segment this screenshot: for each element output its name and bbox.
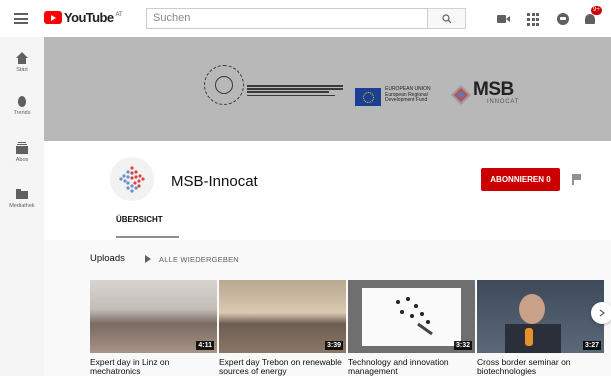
video-title[interactable]: Technology and innovation management: [348, 358, 475, 376]
chevron-right-icon: [599, 309, 605, 317]
menu-icon[interactable]: [14, 13, 28, 24]
video-duration: 3:39: [324, 341, 343, 350]
sidebar-item-mediathek[interactable]: Mediathek: [0, 188, 44, 209]
carousel-next-button[interactable]: [591, 302, 611, 324]
uploads-heading[interactable]: Uploads: [90, 253, 125, 264]
tab-overview[interactable]: ÜBERSICHT: [116, 215, 163, 230]
trending-icon: [18, 96, 26, 107]
logo-text: YouTube: [64, 10, 114, 25]
video-card[interactable]: 4:11 Expert day in Linz on mechatronics: [90, 280, 217, 376]
msb-name: MSB: [473, 79, 514, 100]
search-button[interactable]: [428, 8, 466, 29]
eu-text-line: Development Fund: [385, 97, 428, 103]
sidebar-item-abos[interactable]: Abos: [0, 142, 44, 163]
channel-header: MSB-Innocat ABONNIEREN 0 ÜBERSICHT: [44, 141, 611, 240]
video-duration: 3:27: [582, 341, 601, 350]
speaker-figure: [519, 294, 545, 324]
msb-sub: INNOCAT: [487, 99, 520, 105]
speaker-body: [505, 324, 561, 353]
mini-guide: Start Trends Abos Mediathek: [0, 37, 44, 376]
microphone: [525, 328, 533, 346]
play-all-button[interactable]: ALLE WIEDERGEBEN: [159, 255, 239, 264]
sidebar-item-label: Abos: [15, 157, 29, 163]
flag-icon[interactable]: [572, 174, 581, 185]
eu-fund-text: EUROPEAN UNION European Regional Develop…: [385, 86, 431, 104]
video-thumbnail[interactable]: 3:32: [348, 280, 475, 353]
sidebar-item-label: Trends: [13, 110, 31, 116]
msb-avatar-icon: [119, 166, 145, 193]
channel-avatar[interactable]: [110, 157, 154, 201]
sidebar-item-label: Mediathek: [9, 203, 35, 209]
cooperation-seal-logo: [204, 65, 244, 105]
cooperation-program-text: [247, 85, 343, 99]
search-input[interactable]: Suchen: [146, 8, 428, 29]
video-thumbnail[interactable]: 3:27: [477, 280, 604, 353]
eu-flag-icon: [355, 88, 381, 106]
search-icon: [441, 13, 451, 23]
messages-icon[interactable]: [557, 13, 569, 25]
channel-banner: EUROPEAN UNION European Regional Develop…: [44, 37, 611, 141]
video-title[interactable]: Expert day in Linz on mechatronics: [90, 358, 217, 376]
subscribe-button[interactable]: ABONNIEREN 0: [481, 168, 560, 191]
video-title[interactable]: Cross border seminar on biotechnologies: [477, 358, 604, 376]
masthead: YouTube AT Suchen 9+: [0, 0, 611, 37]
sidebar-item-trends[interactable]: Trends: [0, 96, 44, 116]
create-video-icon[interactable]: [497, 12, 511, 26]
youtube-play-icon: [44, 11, 62, 24]
play-icon: [145, 255, 151, 263]
notification-badge: 9+: [591, 6, 602, 15]
subscriptions-icon: [16, 142, 28, 154]
sidebar-item-start[interactable]: Start: [0, 52, 44, 73]
sidebar-item-label: Start: [16, 67, 28, 73]
msb-wordmark: MSB INNOCAT: [473, 80, 519, 105]
video-card[interactable]: 3:32 Technology and innovation managemen…: [348, 280, 475, 376]
tab-active-indicator: [116, 236, 179, 238]
video-thumbnail[interactable]: 4:11: [90, 280, 217, 353]
library-icon: [16, 188, 28, 200]
molecule-drawing: [396, 297, 433, 336]
video-title[interactable]: Expert day Trebon on renewable sources o…: [219, 358, 346, 376]
video-duration: 4:11: [196, 341, 214, 350]
video-card[interactable]: 3:39 Expert day Trebon on renewable sour…: [219, 280, 346, 376]
home-icon: [16, 52, 28, 64]
apps-icon[interactable]: [527, 13, 541, 27]
channel-name: MSB-Innocat: [171, 173, 258, 190]
video-card[interactable]: 3:27 Cross border seminar on biotechnolo…: [477, 280, 604, 376]
video-duration: 3:32: [453, 341, 472, 350]
video-thumbnail[interactable]: 3:39: [219, 280, 346, 353]
msb-diamond-logo: [451, 85, 471, 105]
logo-country-code: AT: [115, 12, 123, 18]
youtube-logo[interactable]: YouTube AT: [44, 11, 123, 24]
